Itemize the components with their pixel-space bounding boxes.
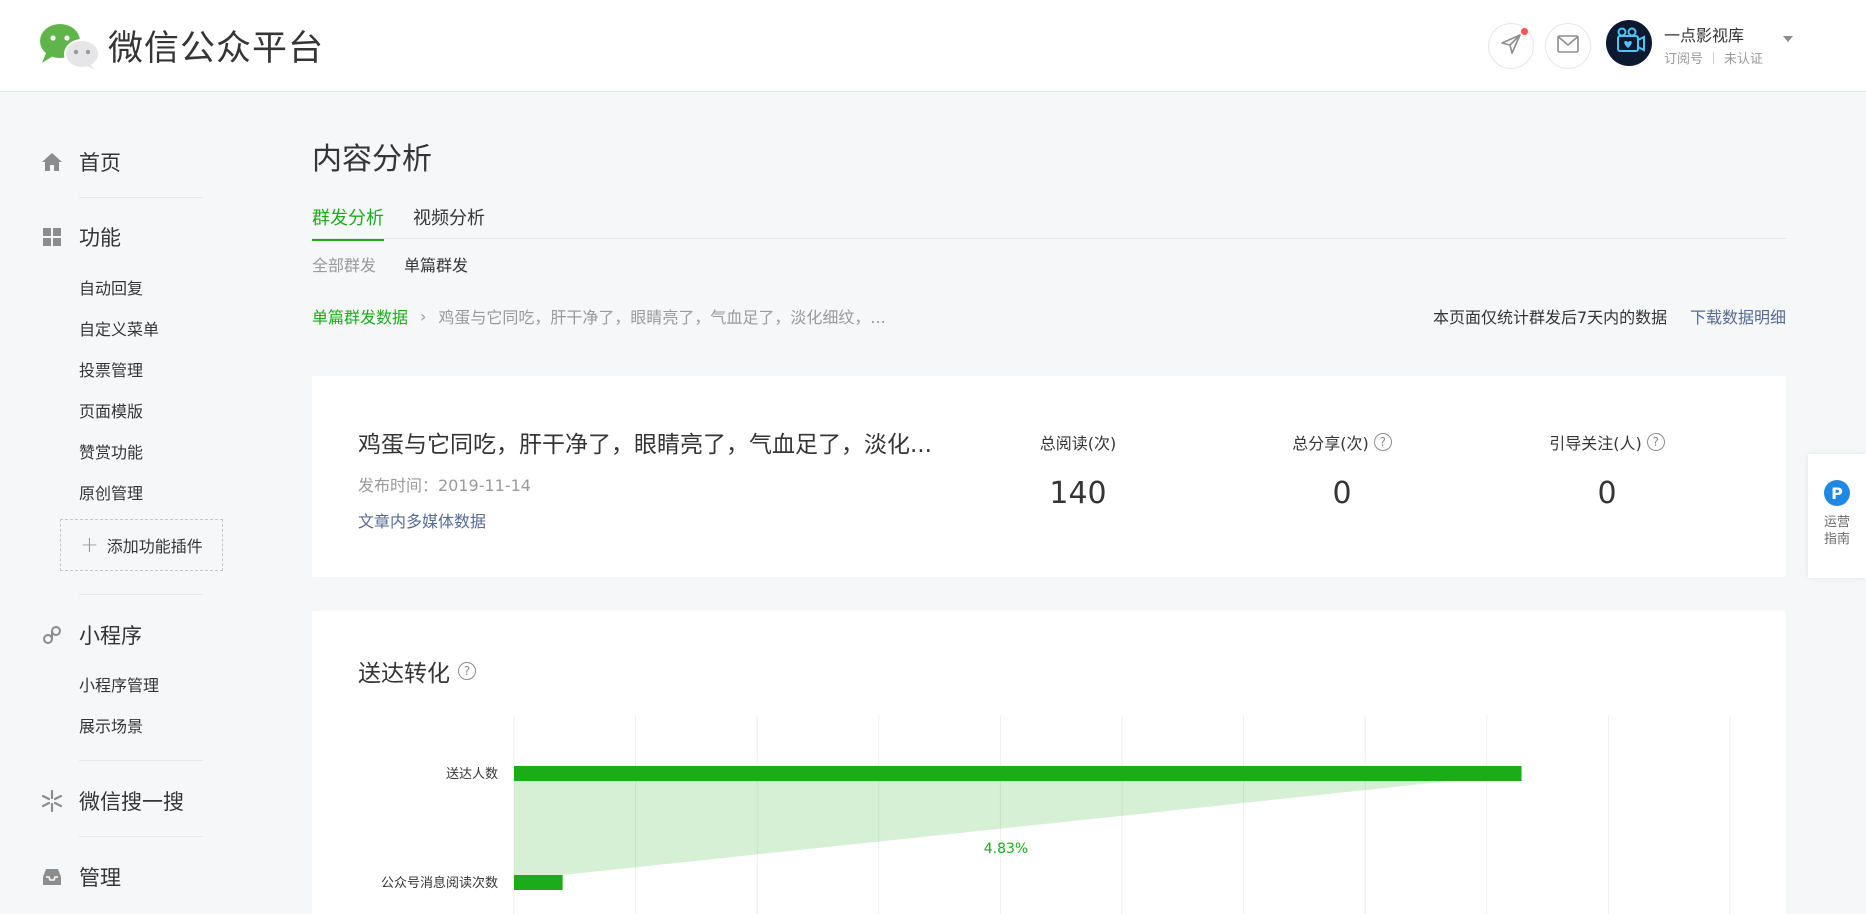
top-header: 微信公众平台 一点影视库 订阅号 未认证 <box>0 0 1866 92</box>
divider <box>79 760 203 761</box>
breadcrumb-link[interactable]: 单篇群发数据 <box>312 304 408 328</box>
sidebar-item-auto-reply[interactable]: 自动回复 <box>79 275 143 299</box>
sidebar-section-func[interactable]: 功能 <box>40 222 121 252</box>
mail-icon <box>1556 34 1580 58</box>
sidebar-item-home[interactable]: 首页 <box>40 147 121 177</box>
wechat-logo-icon <box>38 21 100 71</box>
search-star-icon <box>40 789 64 813</box>
media-data-link[interactable]: 文章内多媒体数据 <box>358 508 486 532</box>
sidebar-item-page-template[interactable]: 页面模版 <box>79 398 143 422</box>
account-status: 未认证 <box>1724 52 1764 67</box>
notification-dot <box>1521 28 1528 35</box>
sidebar-item-label: 微信搜一搜 <box>79 790 184 814</box>
inbox-icon <box>40 865 64 889</box>
sidebar-item-original[interactable]: 原创管理 <box>79 480 143 504</box>
plus-icon: + <box>80 532 99 558</box>
category-label: 送达人数 <box>446 767 498 782</box>
bar[interactable] <box>514 766 1522 781</box>
sidebar-item-label: 小程序 <box>79 624 142 648</box>
account-type: 订阅号 <box>1664 52 1704 67</box>
delivery-card: 送达转化 ? 送达人数 公众号消息阅读次数 4.83% <box>312 611 1786 914</box>
divider <box>1713 51 1715 64</box>
chevron-down-icon[interactable] <box>1783 36 1793 42</box>
page-title: 内容分析 <box>312 142 432 177</box>
stat-follow: 引导关注(人) ? 0 <box>1527 430 1687 511</box>
tab-bar: 群发分析 视频分析 <box>312 200 1786 241</box>
account-name[interactable]: 一点影视库 <box>1664 22 1744 46</box>
sidebar-item-label: 功能 <box>79 226 121 250</box>
sidebar-item-search[interactable]: 微信搜一搜 <box>40 786 184 816</box>
breadcrumb-current: 鸡蛋与它同吃，肝干净了，眼睛亮了，气血足了，淡化细纹，... <box>438 308 886 327</box>
stat-total-read: 总阅读(次) 140 <box>998 430 1158 511</box>
sidebar-item-custom-menu[interactable]: 自定义菜单 <box>79 316 159 340</box>
add-plugin-label: 添加功能插件 <box>106 537 203 556</box>
conversion-chart: 送达人数公众号消息阅读次数 4.83% <box>381 715 1731 914</box>
divider <box>79 197 203 198</box>
divider <box>79 594 203 595</box>
sidebar-section-miniprogram[interactable]: 小程序 <box>40 620 142 650</box>
send-icon <box>1499 32 1523 60</box>
stat-total-share: 总分享(次) ? 0 <box>1262 430 1422 511</box>
category-label: 公众号消息阅读次数 <box>381 875 498 891</box>
range-note: 本页面仅统计群发后7天内的数据 <box>1433 308 1668 327</box>
stat-value: 0 <box>1332 476 1352 511</box>
stat-label: 总阅读(次) <box>1039 434 1117 453</box>
download-link[interactable]: 下载数据明细 <box>1690 304 1786 328</box>
sidebar-item-scene[interactable]: 展示场景 <box>79 713 143 737</box>
stat-label: 引导关注(人) <box>1549 434 1642 453</box>
tab-video-analysis[interactable]: 视频分析 <box>413 204 485 239</box>
stat-value: 0 <box>1597 476 1617 511</box>
sidebar-item-reward[interactable]: 赞赏功能 <box>79 439 143 463</box>
add-plugin-button[interactable]: + 添加功能插件 <box>60 519 223 571</box>
stat-label: 总分享(次) <box>1292 434 1369 453</box>
article-title: 鸡蛋与它同吃，肝干净了，眼睛亮了，气血足了，淡化... <box>358 432 932 458</box>
subtab-single[interactable]: 单篇群发 <box>404 252 468 276</box>
article-date: 发布时间：2019-11-14 <box>358 476 531 495</box>
stat-value: 140 <box>1049 476 1107 511</box>
tab-mass-analysis[interactable]: 群发分析 <box>312 204 384 241</box>
avatar[interactable] <box>1606 20 1652 66</box>
help-icon[interactable]: ? <box>1373 433 1392 451</box>
logo[interactable]: 微信公众平台 <box>38 20 324 71</box>
account-meta: 订阅号 未认证 <box>1664 48 1763 67</box>
app-title: 微信公众平台 <box>108 29 325 69</box>
conversion-rate-label: 4.83% <box>984 841 1028 857</box>
sidebar-item-manage[interactable]: 管理 <box>40 862 121 892</box>
chevron-right-icon: › <box>420 306 427 326</box>
link-icon <box>40 623 64 647</box>
bar[interactable] <box>514 875 563 890</box>
sidebar-item-label: 管理 <box>79 866 121 890</box>
sidebar-item-label: 首页 <box>79 151 121 175</box>
grid-icon <box>40 225 64 249</box>
message-button[interactable] <box>1545 23 1591 69</box>
help-icon[interactable]: ? <box>1646 433 1665 451</box>
notification-button[interactable] <box>1488 23 1534 69</box>
breadcrumb: 单篇群发数据 › 鸡蛋与它同吃，肝干净了，眼睛亮了，气血足了，淡化细纹，... <box>312 304 886 328</box>
subtab-all[interactable]: 全部群发 <box>312 252 376 276</box>
article-card: 鸡蛋与它同吃，肝干净了，眼睛亮了，气血足了，淡化... 发布时间：2019-11… <box>312 376 1786 577</box>
guide-label: 运营指南 <box>1823 515 1850 547</box>
operation-guide[interactable]: P 运营指南 <box>1808 454 1866 578</box>
guide-icon: P <box>1824 480 1850 506</box>
sidebar-item-vote[interactable]: 投票管理 <box>79 357 143 381</box>
sidebar-item-mini-manage[interactable]: 小程序管理 <box>79 672 159 696</box>
home-icon <box>40 150 64 174</box>
conversion-funnel-area <box>514 773 1522 875</box>
divider <box>79 836 203 837</box>
